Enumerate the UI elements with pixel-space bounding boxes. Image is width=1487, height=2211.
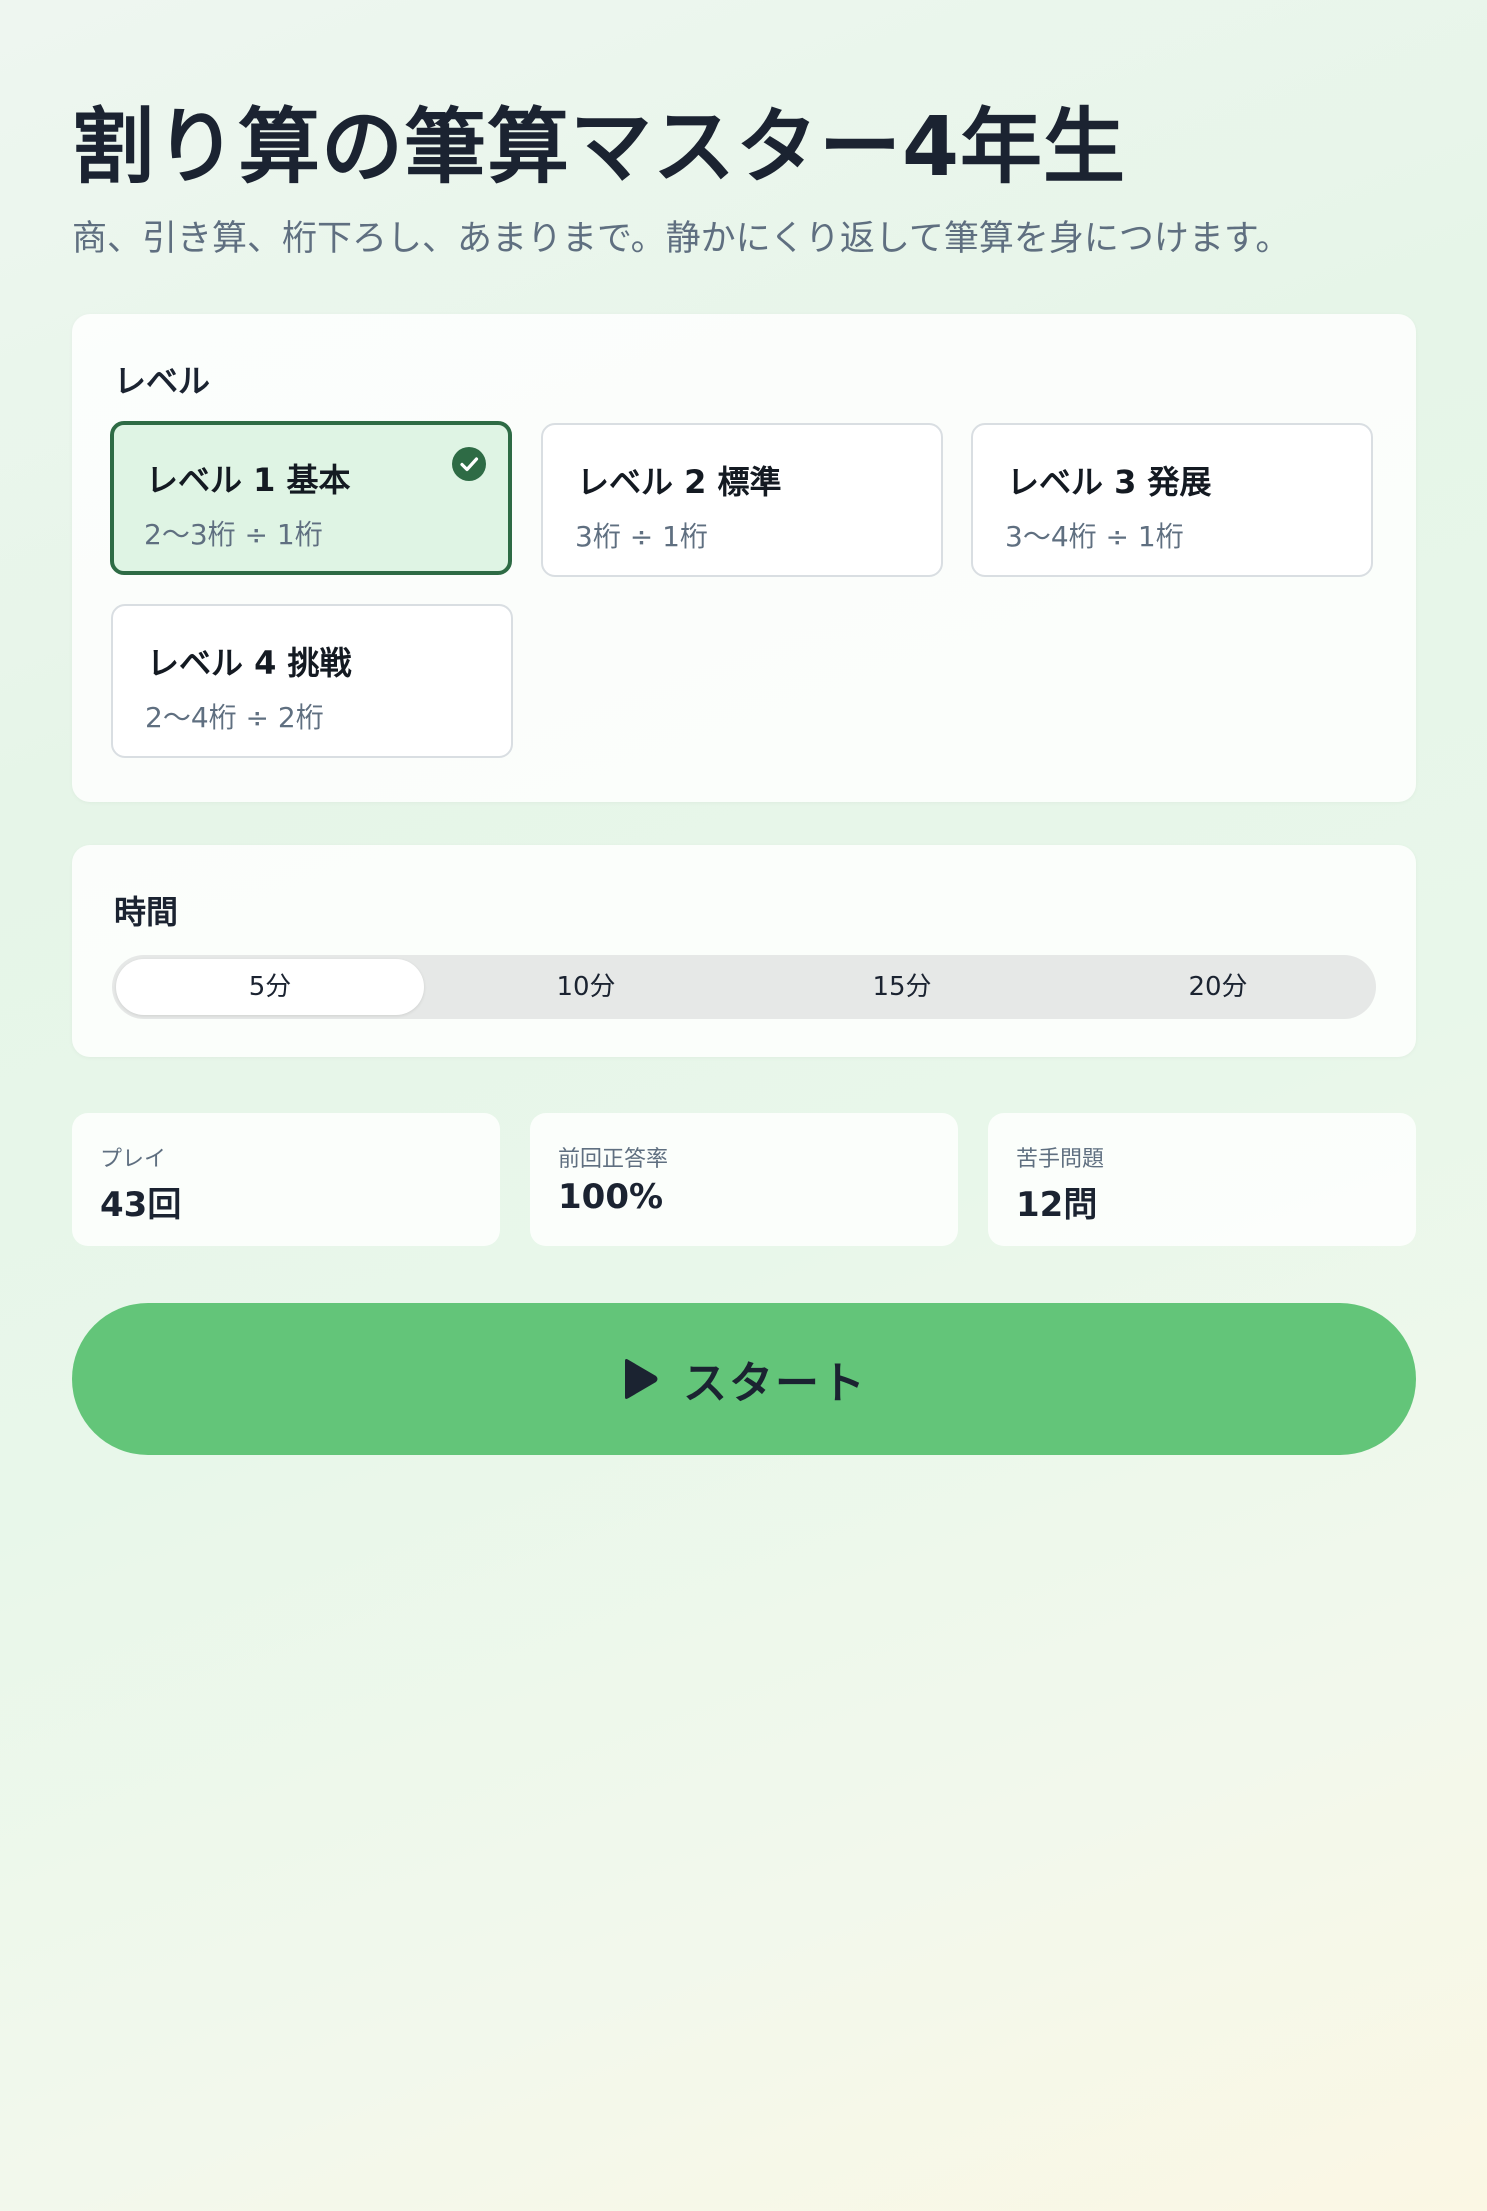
level-option-1[interactable]: レベル 1 基本 2〜3桁 ÷ 1桁	[110, 421, 512, 575]
level-option-3[interactable]: レベル 3 発展 3〜4桁 ÷ 1桁	[971, 423, 1373, 577]
level-option-desc: 3桁 ÷ 1桁	[575, 520, 708, 553]
level-option-desc: 2〜3桁 ÷ 1桁	[144, 518, 323, 551]
level-option-desc: 2〜4桁 ÷ 2桁	[145, 701, 324, 734]
level-option-name: レベル 1 基本	[146, 461, 351, 499]
time-option-20[interactable]: 20分	[1064, 959, 1372, 1015]
level-option-name: レベル 2 標準	[577, 463, 782, 501]
time-segmented-control: 5分 10分 15分 20分	[112, 955, 1376, 1019]
time-option-10[interactable]: 10分	[432, 959, 740, 1015]
level-option-desc: 3〜4桁 ÷ 1桁	[1005, 520, 1184, 553]
start-button-label: スタート	[683, 1358, 867, 1409]
stat-label: 苦手問題	[1016, 1147, 1105, 1172]
stat-value: 100%	[558, 1177, 664, 1217]
stat-value: 12問	[1016, 1185, 1098, 1225]
level-option-name: レベル 4 挑戦	[147, 644, 352, 682]
stat-weak-problems: 苦手問題 12問	[988, 1113, 1416, 1246]
check-icon	[452, 447, 486, 481]
level-option-name: レベル 3 発展	[1007, 463, 1212, 501]
play-icon	[625, 1359, 658, 1399]
time-section-label: 時間	[114, 893, 179, 931]
stat-label: 前回正答率	[558, 1147, 669, 1172]
stat-plays: プレイ 43回	[72, 1113, 500, 1246]
time-option-15[interactable]: 15分	[748, 959, 1056, 1015]
page-subtitle: 商、引き算、桁下ろし、あまりまで。静かにくり返して筆算を身につけます。	[72, 219, 1291, 259]
level-option-4[interactable]: レベル 4 挑戦 2〜4桁 ÷ 2桁	[111, 604, 513, 758]
level-card: レベル レベル 1 基本 2〜3桁 ÷ 1桁 レベル 2 標準 3桁 ÷ 1桁 …	[72, 314, 1416, 802]
level-option-2[interactable]: レベル 2 標準 3桁 ÷ 1桁	[541, 423, 943, 577]
stat-label: プレイ	[100, 1147, 167, 1172]
page-title: 割り算の筆算マスター4年生	[72, 100, 1127, 195]
time-option-5[interactable]: 5分	[116, 959, 424, 1015]
time-card: 時間 5分 10分 15分 20分	[72, 845, 1416, 1057]
stat-value: 43回	[100, 1185, 182, 1225]
stat-accuracy: 前回正答率 100%	[530, 1113, 958, 1246]
start-button[interactable]: スタート	[72, 1303, 1416, 1455]
level-section-label: レベル	[114, 362, 211, 400]
